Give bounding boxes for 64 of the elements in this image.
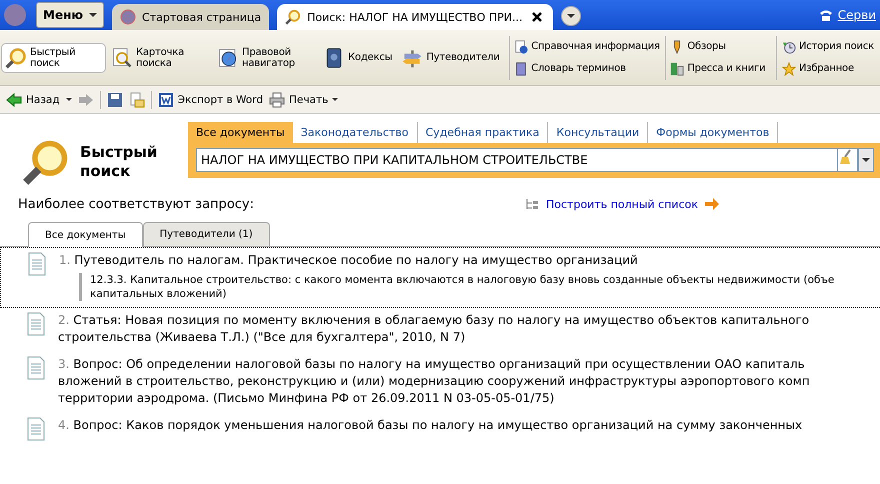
magnifier-icon — [285, 9, 302, 25]
toolbar-button[interactable]: Быстрый поиск — [1, 42, 106, 72]
result-link[interactable]: территории аэродрома. (Письмо Минфина РФ от 26.09.2011 N 03-05-05-01/75) — [58, 390, 810, 407]
toolbar-link[interactable]: Справочная информация — [514, 40, 660, 54]
tab-label: Поиск: НАЛОГ НА ИМУЩЕСТВО ПРИ... — [307, 10, 522, 24]
arrow-right-icon — [704, 196, 720, 212]
books-icon — [670, 62, 684, 76]
tree-icon — [524, 196, 540, 212]
print-button[interactable]: Печать — [268, 92, 338, 108]
back-button[interactable]: Назад — [6, 92, 60, 108]
document-magnifier-icon — [111, 46, 133, 68]
result-link[interactable]: вложений в строительство, реконструкцию и (или) модернизацию сооружений инфраструктуры аэропортового комп — [58, 373, 810, 390]
result-link[interactable]: 4. Вопрос: Каков порядок уменьшения налоговой базы по налогу на имущество организаций на сумму законченных — [58, 417, 802, 434]
star-icon — [782, 62, 796, 76]
result-link[interactable]: строительства (Живаева Т.Л.) ("Все для бухгалтера", 2010, N 7) — [58, 329, 810, 346]
magnifier-icon — [22, 138, 70, 186]
tab-list-button[interactable] — [560, 6, 580, 26]
browser-tab[interactable]: Поиск: НАЛОГ НА ИМУЩЕСТВО ПРИ... — [277, 4, 552, 30]
result-link[interactable]: 1. Путеводитель по налогам. Практическое пособие по налогу на имущество организаций — [59, 252, 834, 269]
export-word-button[interactable]: Экспорт в Word — [158, 92, 263, 108]
dropdown-caret-icon — [332, 98, 338, 101]
document-icon — [26, 417, 46, 441]
toolbar-link[interactable]: Словарь терминов — [514, 62, 660, 76]
result-tab[interactable]: Путеводители (1) — [142, 222, 270, 246]
search-title: Быстрый поиск — [80, 142, 158, 182]
back-arrow-icon — [6, 92, 22, 108]
result-link[interactable]: 2. Статья: Новая позиция по моменту включения в облагаемую базу по налогу на имущество объектов капитального — [58, 312, 810, 329]
full-list-link[interactable]: Построить полный список — [524, 196, 720, 212]
forward-arrow-icon — [78, 92, 94, 108]
save-icon — [106, 92, 123, 108]
toolbar-link[interactable]: Избранное — [782, 62, 874, 76]
toolbar-button[interactable]: Карточка поиска — [107, 42, 212, 72]
compass-icon — [217, 46, 239, 68]
word-icon — [158, 92, 174, 108]
book-icon — [514, 62, 528, 76]
result-tab[interactable]: Все документы — [28, 222, 143, 247]
result-row[interactable]: 4. Вопрос: Каков порядок уменьшения налоговой базы по налогу на имущество организаций на сумму законченных — [0, 413, 880, 447]
result-snippet: 12.3.3. Капитальное строительство: с какого момента включаются в налоговую базу вновь созданные объекты недвижимости (объе капитальных вложений) — [79, 273, 834, 301]
dropdown-button[interactable] — [858, 148, 874, 172]
results-heading: Наиболее соответствуют запросу: — [18, 196, 254, 212]
search-field[interactable]: НАЛОГ НА ИМУЩЕСТВО ПРИ КАПИТАЛЬНОМ СТРОИТЕЛЬСТВЕ — [196, 148, 838, 172]
mail-document-icon — [128, 92, 145, 108]
document-icon — [26, 312, 46, 336]
toolbar-link[interactable]: Обзоры — [670, 40, 766, 54]
printer-icon — [268, 92, 285, 108]
document-icon — [27, 252, 47, 276]
toolbar-button[interactable]: Кодексы — [319, 42, 396, 72]
avatar — [4, 4, 26, 26]
focused-result[interactable] — [0, 247, 880, 308]
toolbar-link[interactable]: История поиск — [782, 40, 874, 54]
result-row[interactable]: 2. Статья: Новая позиция по моменту включения в облагаемую базу по налогу на имущество объектов капитального строительства (Живаева Т.Л.) ("Все для бухгалтера", 2010, N 7) — [0, 308, 880, 352]
service-link[interactable]: Серви — [818, 7, 876, 23]
menu-button[interactable]: Меню — [36, 2, 104, 28]
search-tab[interactable]: Все документы — [188, 122, 293, 143]
dropdown-caret-icon — [66, 98, 72, 101]
toolbar-button[interactable]: Правовой навигатор — [213, 42, 318, 72]
avatar-icon — [120, 9, 136, 25]
toolbar-button[interactable]: Путеводители — [397, 42, 504, 72]
magnifier-icon — [5, 46, 27, 68]
tab-label: Стартовая страница — [142, 10, 262, 24]
browser-tab[interactable]: Стартовая страница — [112, 4, 270, 30]
document-icon — [26, 356, 46, 380]
toolbar-link[interactable]: Пресса и книги — [670, 62, 766, 76]
result-link[interactable]: 3. Вопрос: Об определении налоговой базы по налогу на имущество организаций при осуществлении ОАО капиталь — [58, 356, 810, 373]
